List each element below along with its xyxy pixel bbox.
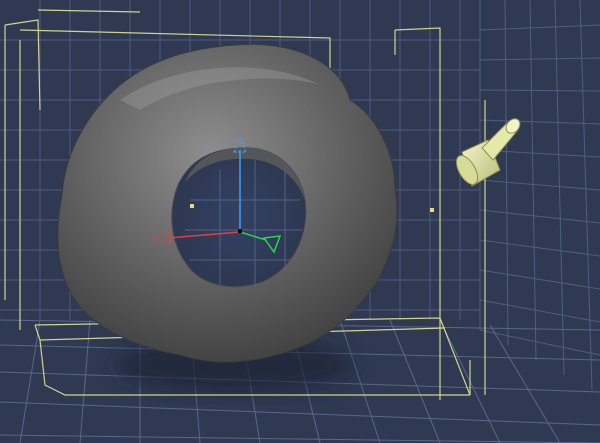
pivot-marker-right [430,208,434,212]
pivot-marker-left [190,204,194,208]
3d-viewport[interactable] [0,0,600,443]
gizmo-center[interactable] [238,229,242,233]
viewport-canvas[interactable] [0,0,600,443]
